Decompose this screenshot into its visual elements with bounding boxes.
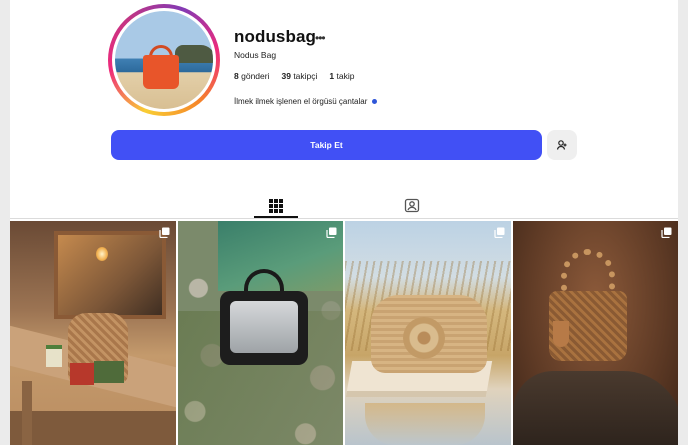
tagged-icon xyxy=(404,198,420,213)
posts-grid xyxy=(10,221,678,445)
post-tile-2[interactable] xyxy=(177,221,343,445)
multiple-photos-icon xyxy=(158,227,169,238)
profile-page: nodusbag ••• Nodus Bag 8 gönderi 39 taki… xyxy=(10,0,678,445)
profile-username: nodusbag xyxy=(234,27,317,46)
tabs-divider xyxy=(10,218,678,219)
posts-label: gönderi xyxy=(241,71,270,81)
profile-bio: İlmek ilmek işlenen el örgüsü çantalar xyxy=(234,97,378,106)
followers-label: takipçi xyxy=(293,71,318,81)
following-label: takip xyxy=(336,71,355,81)
more-horizontal-icon[interactable]: ••• xyxy=(315,31,326,45)
following-stat[interactable]: 1 takip xyxy=(329,71,354,81)
post-tile-3[interactable] xyxy=(345,221,511,445)
profile-full-name: Nodus Bag xyxy=(234,50,277,60)
add-user-icon xyxy=(556,140,567,150)
blue-dot-icon xyxy=(372,99,378,105)
tab-tagged[interactable] xyxy=(390,193,434,217)
active-tab-indicator xyxy=(254,216,298,218)
followers-count: 39 xyxy=(281,71,291,81)
multiple-photos-icon xyxy=(661,227,672,238)
posts-stat: 8 gönderi xyxy=(234,71,269,81)
avatar xyxy=(112,8,216,112)
multiple-photos-icon xyxy=(326,227,337,238)
multiple-photos-icon xyxy=(493,227,504,238)
profile-avatar-ring[interactable] xyxy=(108,4,220,116)
post-tile-4[interactable] xyxy=(512,221,678,445)
followers-stat[interactable]: 39 takipçi xyxy=(281,71,317,81)
bio-text: İlmek ilmek işlenen el örgüsü çantalar xyxy=(234,97,368,106)
following-count: 1 xyxy=(329,71,335,81)
post-tile-1[interactable] xyxy=(10,221,176,445)
posts-count: 8 xyxy=(234,71,239,81)
suggested-accounts-button[interactable] xyxy=(547,130,577,160)
follow-button[interactable]: Takip Et xyxy=(111,130,542,160)
grid-icon xyxy=(269,199,283,213)
profile-stats: 8 gönderi 39 takipçi 1 takip xyxy=(234,71,354,81)
